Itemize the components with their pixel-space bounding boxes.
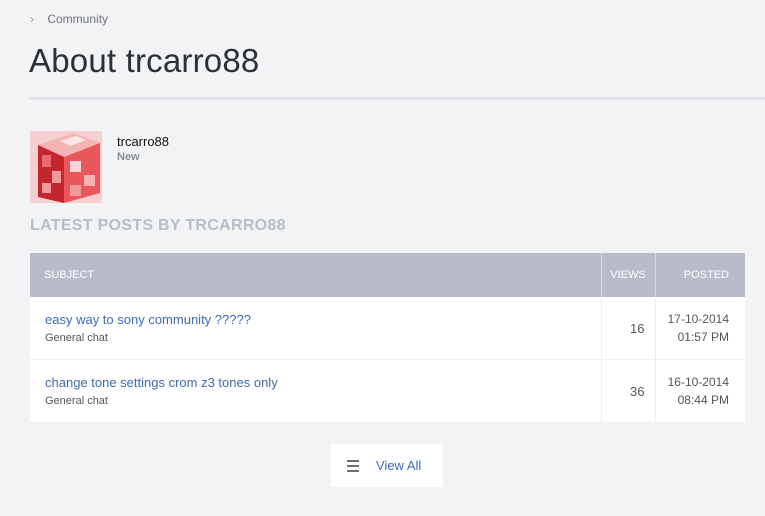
post-time: 08:44 PM [677, 393, 729, 407]
page-title: About trcarro88 [29, 42, 260, 79]
column-header-subject[interactable]: SUBJECT [30, 253, 601, 297]
latest-posts-heading: LATEST POSTS BY TRCARRO88 [30, 217, 286, 234]
post-posted-cell: 16-10-2014 08:44 PM [654, 359, 745, 423]
chevron-right-icon: › [30, 12, 34, 26]
column-header-posted[interactable]: POSTED [654, 253, 745, 297]
avatar-cube-image [30, 131, 102, 203]
list-icon [347, 459, 359, 472]
table-row: change tone settings crom z3 tones only … [30, 359, 745, 423]
post-date: 16-10-2014 [667, 375, 729, 389]
post-views: 16 [600, 297, 655, 360]
post-time: 01:57 PM [677, 330, 729, 344]
post-title-link[interactable]: easy way to sony community ????? [45, 312, 601, 327]
post-title-link[interactable]: change tone settings crom z3 tones only [45, 375, 601, 390]
breadcrumb: › Community [30, 12, 108, 26]
table-row: easy way to sony community ????? General… [30, 297, 745, 360]
column-header-views[interactable]: VIEWS [600, 253, 655, 297]
post-date: 17-10-2014 [667, 312, 729, 326]
post-board-link[interactable]: General chat [45, 332, 601, 344]
post-views: 36 [600, 359, 655, 423]
view-all-button[interactable]: View All [331, 444, 443, 487]
post-board-link[interactable]: General chat [45, 395, 601, 407]
breadcrumb-item-community[interactable]: Community [47, 12, 108, 26]
view-all-label: View All [376, 458, 422, 473]
title-divider [30, 97, 765, 100]
table-header-row: SUBJECT VIEWS POSTED [30, 253, 745, 297]
post-subject-cell: easy way to sony community ????? General… [30, 297, 601, 360]
profile-rank: New [117, 151, 140, 163]
avatar[interactable] [30, 131, 102, 203]
post-posted-cell: 17-10-2014 01:57 PM [654, 297, 745, 360]
latest-posts-table: SUBJECT VIEWS POSTED easy way to sony co… [30, 253, 745, 423]
profile-username: trcarro88 [117, 134, 170, 149]
post-subject-cell: change tone settings crom z3 tones only … [30, 359, 601, 423]
